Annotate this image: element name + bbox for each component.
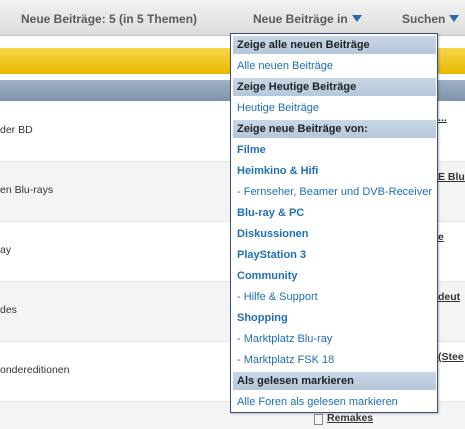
menu-item-tv[interactable]: - Fernseher, Beamer und DVB-Receiver (237, 186, 432, 198)
thread-link[interactable]: ... (438, 112, 447, 124)
new-posts-dropdown-menu: Zeige alle neuen Beiträge Alle neuen Bei… (230, 33, 438, 413)
thread-link[interactable]: e (438, 231, 444, 243)
row-title: ondereditionen (0, 364, 70, 376)
thread-link[interactable]: (Stee (438, 351, 464, 363)
menu-item-filme[interactable]: Filme (237, 144, 266, 156)
menu-item-shopping[interactable]: Shopping (237, 312, 288, 324)
new-posts-in-label: Neue Beiträge in (253, 12, 348, 26)
top-nav-bar: Neue Beiträge: 5 (in 5 Themen) Neue Beit… (0, 0, 465, 36)
dropdown-arrow-icon (351, 15, 362, 22)
menu-item-community[interactable]: Community (237, 270, 298, 282)
search-label: Suchen (402, 12, 446, 26)
menu-header-all-new: Zeige alle neuen Beiträge (233, 36, 436, 54)
menu-item-heimkino[interactable]: Heimkino & Hifi (237, 165, 318, 177)
menu-item-hilfe[interactable]: - Hilfe & Support (237, 291, 318, 303)
menu-item-bluray-pc[interactable]: Blu-ray & PC (237, 207, 304, 219)
thread-link[interactable]: deut (438, 291, 460, 303)
menu-item-diskussionen[interactable]: Diskussionen (237, 228, 309, 240)
menu-item-marketplace-bluray[interactable]: - Marktplatz Blu-ray (237, 333, 332, 345)
menu-header-mark-read: Als gelesen markieren (233, 372, 436, 390)
menu-header-today: Zeige Heutige Beiträge (233, 78, 436, 96)
search-menu[interactable]: Suchen (402, 12, 460, 26)
menu-item-today-posts[interactable]: Heutige Beiträge (237, 102, 319, 114)
row-title: des (0, 304, 17, 316)
menu-item-all-new-posts[interactable]: Alle neuen Beiträge (237, 60, 333, 72)
new-posts-in-menu[interactable]: Neue Beiträge in (253, 12, 362, 26)
thread-link[interactable]: E Blu- (438, 171, 465, 183)
row-title: en Blu-rays (0, 184, 54, 196)
menu-item-ps3[interactable]: PlayStation 3 (237, 249, 306, 261)
row-title: ay (0, 244, 12, 256)
menu-item-marketplace-fsk18[interactable]: - Marktplatz FSK 18 (237, 354, 334, 366)
document-icon (314, 414, 323, 425)
menu-item-mark-all-read[interactable]: Alle Foren als gelesen markieren (237, 396, 398, 408)
row-title: der BD (0, 124, 33, 136)
new-posts-count-link[interactable]: Neue Beiträge: 5 (in 5 Themen) (21, 12, 197, 26)
menu-header-from: Zeige neue Beiträge von: (233, 120, 436, 138)
thread-link[interactable]: Remakes (327, 412, 373, 424)
dropdown-arrow-icon (449, 15, 460, 22)
